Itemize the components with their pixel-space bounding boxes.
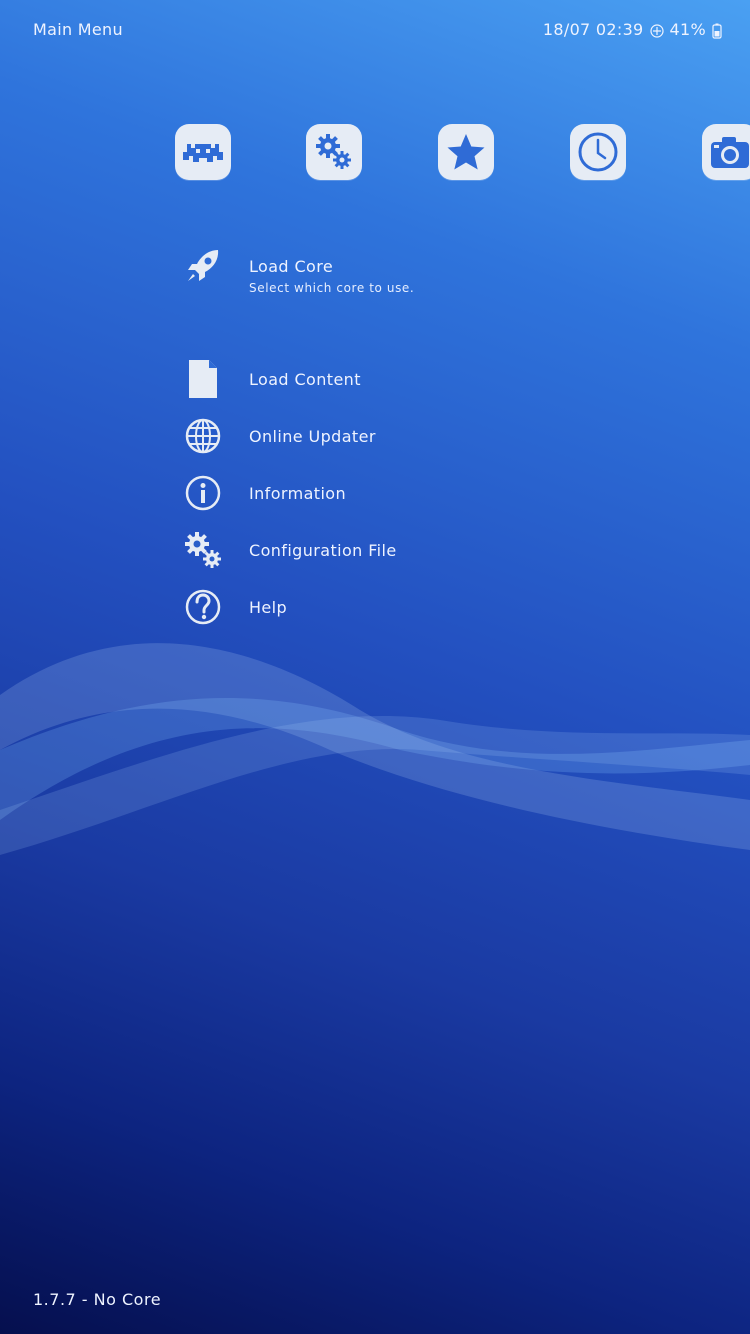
menu-item-label: Load Core: [249, 256, 334, 276]
clock-icon: [578, 132, 618, 172]
file-icon: [180, 356, 226, 402]
menu-item-help[interactable]: Help: [180, 584, 600, 630]
menu-item-information[interactable]: Information: [180, 470, 600, 516]
datetime: 18/07 02:39: [542, 20, 644, 39]
info-icon: [180, 470, 226, 516]
tab-main-menu[interactable]: [175, 124, 231, 180]
rocket-icon: [180, 243, 226, 289]
status-bar: 18/07 02:39 41%: [543, 20, 726, 39]
tab-settings[interactable]: [306, 124, 362, 180]
tab-history[interactable]: [570, 124, 626, 180]
menu-item-label: Information: [249, 483, 347, 503]
camera-icon: [711, 137, 749, 168]
tab-favorites[interactable]: [438, 124, 494, 180]
tab-images[interactable]: [702, 124, 750, 180]
menu-item-label: Help: [249, 597, 288, 617]
gears-icon: [180, 527, 226, 573]
menu-item-label: Load Content: [249, 369, 361, 389]
battery-icon: [712, 23, 726, 39]
background-waves: [0, 643, 750, 855]
menu-item-sublabel: Select which core to use.: [249, 281, 415, 295]
charging-icon: [649, 23, 664, 38]
tab-bar: [0, 124, 750, 182]
globe-icon: [180, 413, 226, 459]
menu-item-label: Online Updater: [249, 426, 376, 446]
version-info: 1.7.7 - No Core: [33, 1290, 162, 1309]
battery-percent: 41%: [669, 20, 706, 39]
retroarch-invader-icon: [183, 144, 223, 162]
gears-icon: [316, 134, 351, 169]
menu-item-load-core[interactable]: Load Core Select which core to use.: [180, 243, 600, 295]
menu-item-configuration-file[interactable]: Configuration File: [180, 527, 600, 573]
help-icon: [180, 584, 226, 630]
page-title: Main Menu: [33, 20, 123, 39]
menu-item-online-updater[interactable]: Online Updater: [180, 413, 600, 459]
star-icon: [447, 134, 485, 170]
menu-item-load-content[interactable]: Load Content: [180, 356, 600, 402]
menu-item-label: Configuration File: [249, 540, 397, 560]
